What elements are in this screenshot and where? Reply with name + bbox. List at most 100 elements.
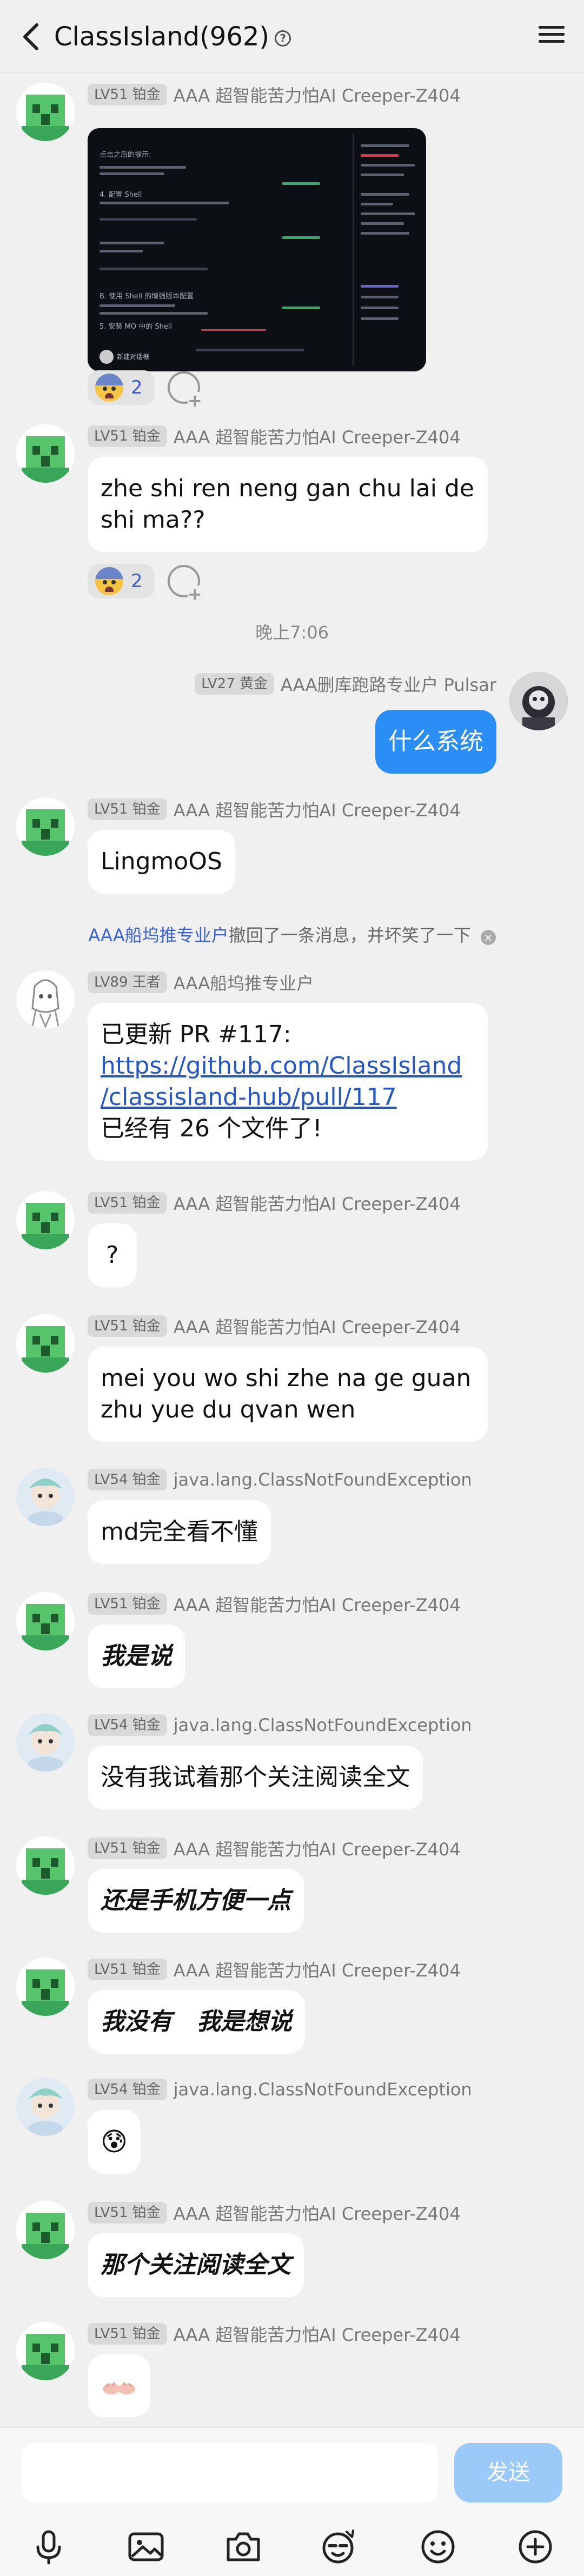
level-badge: LV51 铂金 [88,2323,167,2345]
image-icon[interactable] [124,2525,168,2568]
sender-meta: LV51 铂金 AAA 超智能苦力怕AI Creeper-Z404 [88,797,461,821]
hands-sticker-icon [103,2382,135,2394]
avatar[interactable] [16,1592,75,1650]
avatar[interactable] [16,970,75,1029]
level-badge: LV51 铂金 [88,425,167,447]
plus-icon[interactable] [514,2525,557,2568]
avatar[interactable] [16,2078,75,2136]
message-input[interactable] [22,2443,438,2502]
send-button[interactable]: 发送 [454,2443,562,2502]
screenshot-text: 5. 安装 MO 中的 Shell [99,323,172,331]
sender-meta: LV27 黄金 AAA删库跑路专业户 Pulsar [195,672,496,696]
avatar[interactable] [16,1314,75,1373]
sender-name[interactable]: java.lang.ClassNotFoundException [174,2079,472,2100]
message-bubble[interactable]: 我是说 [88,1625,185,1688]
sender-name[interactable]: java.lang.ClassNotFoundException [174,1469,472,1490]
pr-file-count: 已经有 26 个文件了! [101,1115,322,1142]
reaction-chip[interactable]: 2 [88,564,155,598]
sender-name[interactable]: AAA 超智能苦力怕AI Creeper-Z404 [174,1836,461,1861]
message-bubble[interactable]: 😰 [88,2110,141,2174]
message-bubble[interactable]: 没有我试着那个关注阅读全文 [88,1746,423,1809]
avatar[interactable] [16,424,75,483]
help-icon[interactable]: ? [275,30,291,46]
level-badge: LV27 黄金 [195,673,275,695]
pr-link[interactable]: /classisland-hub/pull/117 [101,1082,475,1113]
avatar[interactable] [16,2322,75,2380]
message-bubble[interactable]: 我没有 我是想说 [88,1990,305,2054]
sender-name[interactable]: java.lang.ClassNotFoundException [174,1715,472,1735]
chat-title: ClassIsland(962)? [54,22,291,52]
sender-name[interactable]: AAA 超智能苦力怕AI Creeper-Z404 [174,1190,461,1215]
reaction-bar: 2 [88,564,202,603]
avatar[interactable] [16,797,75,856]
pr-line: 已更新 PR #117: [101,1021,291,1048]
sender-name[interactable]: AAA船坞推专业户 [174,970,314,995]
message-bubble[interactable]: 还是手机方便一点 [88,1869,304,1933]
reaction-chip[interactable]: 2 [88,370,155,405]
message-list[interactable]: LV51 铂金 AAA 超智能苦力怕AI Creeper-Z404 点击之后的提示… [0,73,584,2427]
screenshot-text: 4. 配置 Shell [99,191,142,199]
level-badge: LV51 铂金 [88,798,167,820]
reaction-bar: 2 [88,370,202,409]
sender-meta: LV89 王者 AAA船坞推专业户 [88,970,314,994]
avatar[interactable] [16,1836,75,1895]
pr-link[interactable]: https://github.com/ClassIsland [101,1050,475,1082]
composer-toolbar [0,2525,584,2568]
back-arrow-icon[interactable] [16,21,49,53]
sender-name[interactable]: AAA 超智能苦力怕AI Creeper-Z404 [174,2321,461,2346]
sticker-bubble[interactable] [88,2354,150,2417]
sender-meta: LV51 铂金 AAA 超智能苦力怕AI Creeper-Z404 [88,1592,461,1616]
avatar[interactable] [16,1191,75,1249]
message-bubble[interactable]: md完全看不懂 [88,1500,271,1564]
avatar[interactable] [16,1468,75,1526]
sender-meta: LV51 铂金 AAA 超智能苦力怕AI Creeper-Z404 [88,1314,461,1338]
sender-name[interactable]: AAA 超智能苦力怕AI Creeper-Z404 [174,424,461,449]
level-badge: LV51 铂金 [88,1838,167,1859]
add-reaction-icon[interactable] [167,371,202,409]
sender-meta: LV51 铂金 AAA 超智能苦力怕AI Creeper-Z404 [88,2201,461,2225]
sender-meta: LV54 铂金 java.lang.ClassNotFoundException [88,2078,472,2101]
sender-name[interactable]: AAA 超智能苦力怕AI Creeper-Z404 [174,82,461,107]
recall-user[interactable]: AAA船坞推专业户 [88,925,228,946]
level-badge: LV51 铂金 [88,1593,167,1615]
image-attachment[interactable]: 点击之后的提示: 4. 配置 Shell B. 使用 Shell 的增强版本配置… [88,128,426,371]
avatar[interactable] [16,1713,75,1772]
avatar[interactable] [16,2201,75,2259]
camera-icon[interactable] [222,2525,265,2568]
sender-name[interactable]: AAA删库跑路专业户 Pulsar [281,671,496,696]
sender-name[interactable]: AAA 超智能苦力怕AI Creeper-Z404 [174,797,461,822]
menu-icon[interactable] [535,22,568,52]
chat-title-text: ClassIsland(962) [54,22,270,52]
sticker-icon[interactable] [316,2525,360,2568]
add-reaction-icon[interactable] [167,565,202,603]
level-badge: LV54 铂金 [88,1714,167,1736]
recall-notice: AAA船坞推专业户撤回了一条消息，并坏笑了一下 × [0,922,584,947]
avatar[interactable] [16,83,75,141]
emoji-icon[interactable] [416,2525,460,2568]
sender-meta: LV51 铂金 AAA 超智能苦力怕AI Creeper-Z404 [88,1191,461,1215]
level-badge: LV51 铂金 [88,1192,167,1214]
sender-name[interactable]: AAA 超智能苦力怕AI Creeper-Z404 [174,2200,461,2225]
message-bubble[interactable]: mei you wo shi zhe na ge guan zhu yue du… [88,1347,488,1442]
avatar[interactable] [509,672,568,730]
chat-header: ClassIsland(962)? [0,0,584,73]
level-badge: LV51 铂金 [88,1959,167,1980]
anxious-face-icon [95,567,123,595]
message-bubble[interactable]: ? [88,1223,137,1287]
avatar[interactable] [16,1958,75,2016]
sender-meta: LV51 铂金 AAA 超智能苦力怕AI Creeper-Z404 [88,2322,461,2346]
sender-name[interactable]: AAA 超智能苦力怕AI Creeper-Z404 [174,1314,461,1339]
message-bubble[interactable]: LingmoOS [88,830,235,894]
reaction-count: 2 [131,570,143,592]
dismiss-icon[interactable]: × [480,930,496,945]
mic-icon[interactable] [27,2525,70,2568]
screenshot-text: B. 使用 Shell 的增强版本配置 [99,292,194,301]
sender-name[interactable]: AAA 超智能苦力怕AI Creeper-Z404 [174,1592,461,1616]
message-bubble[interactable]: 那个关注阅读全文 [88,2233,304,2297]
sender-name[interactable]: AAA 超智能苦力怕AI Creeper-Z404 [174,1957,461,1982]
message-bubble[interactable]: 已更新 PR #117: https://github.com/ClassIsl… [88,1003,488,1161]
message-bubble[interactable]: zhe shi ren neng gan chu lai de shi ma?? [88,457,488,552]
level-badge: LV54 铂金 [88,1469,167,1490]
composer: 发送 [0,2427,584,2576]
message-bubble[interactable]: 什么系统 [375,710,496,774]
